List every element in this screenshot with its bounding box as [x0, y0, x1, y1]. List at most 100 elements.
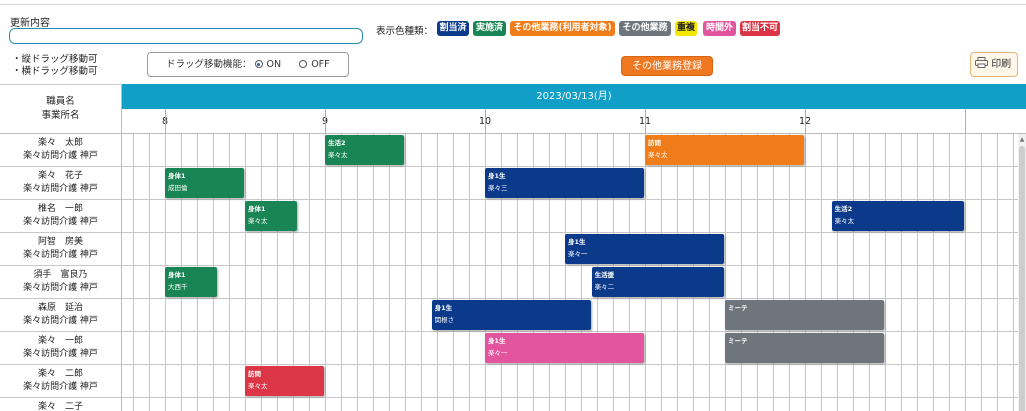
- hour-header-row: 89101112: [122, 109, 1026, 134]
- drag-off-label[interactable]: OFF: [311, 59, 329, 70]
- time-slot-line: [645, 365, 646, 398]
- time-slot-line: [981, 134, 982, 167]
- print-button[interactable]: 印刷: [970, 52, 1018, 77]
- time-slot-line: [773, 233, 774, 266]
- time-slot-line: [725, 365, 726, 398]
- drag-on-radio[interactable]: [254, 60, 263, 68]
- schedule-block[interactable]: 身体1 楽々太: [245, 201, 298, 231]
- schedule-block[interactable]: 身体1 大西千: [165, 267, 218, 297]
- time-slot-line: [245, 398, 246, 411]
- time-slot-line: [581, 134, 582, 167]
- time-slot-line: [133, 266, 134, 299]
- legend-badge: その他業務(利用者対象): [510, 21, 615, 36]
- staff-cell: 楽々 二子: [0, 398, 122, 411]
- schedule-block[interactable]: 生活2 楽々太: [325, 135, 404, 165]
- time-slot-line: [533, 233, 534, 266]
- time-slot-line: [789, 266, 790, 299]
- time-slot-line: [421, 200, 422, 233]
- time-slot-line: [357, 167, 358, 200]
- time-slot-line: [389, 365, 390, 398]
- scroll-up-arrow[interactable]: ▲: [1018, 136, 1026, 144]
- time-slot-line: [661, 299, 662, 332]
- time-slot-line: [757, 398, 758, 411]
- time-slot-line: [597, 134, 598, 167]
- schedule-block[interactable]: 生活援 楽々二: [591, 267, 724, 297]
- print-label: 印刷: [991, 59, 1012, 70]
- time-slot-line: [613, 365, 614, 398]
- update-content-input[interactable]: [9, 28, 363, 44]
- schedule-block[interactable]: 身体1 成田倫: [165, 168, 244, 198]
- time-slot-line: [517, 233, 518, 266]
- office-name: 楽々訪問介護 神戸: [23, 151, 98, 161]
- time-slot-line: [469, 398, 470, 411]
- time-slot-line: [389, 398, 390, 411]
- drag-off-radio[interactable]: [299, 60, 308, 68]
- schedule-block[interactable]: 訪問 楽々太: [645, 135, 804, 165]
- block-client: 楽々一: [488, 349, 508, 357]
- time-slot-line: [181, 233, 182, 266]
- time-slot-line: [949, 299, 950, 332]
- time-slot-line: [421, 167, 422, 200]
- schedule-block[interactable]: 身1生 楽々三: [485, 168, 644, 198]
- time-slot-line: [933, 266, 934, 299]
- time-slot-line: [821, 266, 822, 299]
- time-slot-line: [373, 365, 374, 398]
- time-slot-line: [837, 266, 838, 299]
- time-slot-line: [469, 167, 470, 200]
- time-slot-line: [213, 200, 214, 233]
- time-slot-line: [213, 365, 214, 398]
- schedule-block[interactable]: 生活2 楽々太: [831, 201, 964, 231]
- time-slot-line: [997, 299, 998, 332]
- time-slot-line: [197, 200, 198, 233]
- time-slot-line: [837, 233, 838, 266]
- staff-name: 楽々 二子: [37, 402, 83, 411]
- schedule-block[interactable]: 訪問 楽々太: [245, 366, 324, 396]
- time-slot-line: [165, 365, 166, 398]
- time-slot-line: [821, 398, 822, 411]
- time-slot-line: [677, 332, 678, 365]
- time-slot-line: [981, 365, 982, 398]
- time-slot-line: [789, 398, 790, 411]
- time-slot-line: [309, 398, 310, 411]
- time-slot-line: [533, 365, 534, 398]
- time-slot-line: [981, 200, 982, 233]
- block-service: 身体1: [168, 172, 186, 180]
- time-slot-line: [1013, 200, 1014, 233]
- scrollbar-thumb[interactable]: [1019, 146, 1025, 411]
- time-slot-line: [133, 299, 134, 332]
- time-slot-line: [453, 266, 454, 299]
- time-slot-line: [325, 365, 326, 398]
- time-slot-line: [757, 200, 758, 233]
- time-slot-line: [805, 365, 806, 398]
- time-slot-line: [805, 167, 806, 200]
- time-slot-line: [933, 167, 934, 200]
- time-slot-line: [853, 233, 854, 266]
- register-other-work-button[interactable]: その他業務登録: [621, 56, 713, 76]
- time-slot-line: [437, 398, 438, 411]
- time-slot-line: [469, 134, 470, 167]
- time-slot-line: [341, 398, 342, 411]
- time-slot-line: [997, 167, 998, 200]
- schedule-block[interactable]: ミーテ: [725, 333, 884, 363]
- drag-on-label[interactable]: ON: [267, 59, 282, 70]
- schedule-block[interactable]: ミーテ: [725, 300, 884, 330]
- time-slot-line: [341, 365, 342, 398]
- time-slot-line: [821, 365, 822, 398]
- time-slot-line: [229, 134, 230, 167]
- legend-badge: 時間外: [703, 21, 736, 36]
- schedule-block[interactable]: 身1生 楽々一: [565, 234, 724, 264]
- time-slot-line: [885, 233, 886, 266]
- time-slot-line: [853, 365, 854, 398]
- office-name: 楽々訪問介護 神戸: [23, 217, 98, 227]
- time-slot-line: [165, 299, 166, 332]
- hour-separator: [165, 109, 166, 134]
- time-slot-line: [341, 266, 342, 299]
- time-slot-line: [997, 365, 998, 398]
- time-slot-line: [917, 167, 918, 200]
- time-slot-line: [741, 167, 742, 200]
- time-slot-line: [421, 365, 422, 398]
- hour-separator: [485, 109, 486, 134]
- schedule-block[interactable]: 身1生 関根さ: [431, 300, 591, 330]
- block-service: 身体1: [248, 205, 266, 213]
- schedule-block[interactable]: 身1生 楽々一: [485, 333, 644, 363]
